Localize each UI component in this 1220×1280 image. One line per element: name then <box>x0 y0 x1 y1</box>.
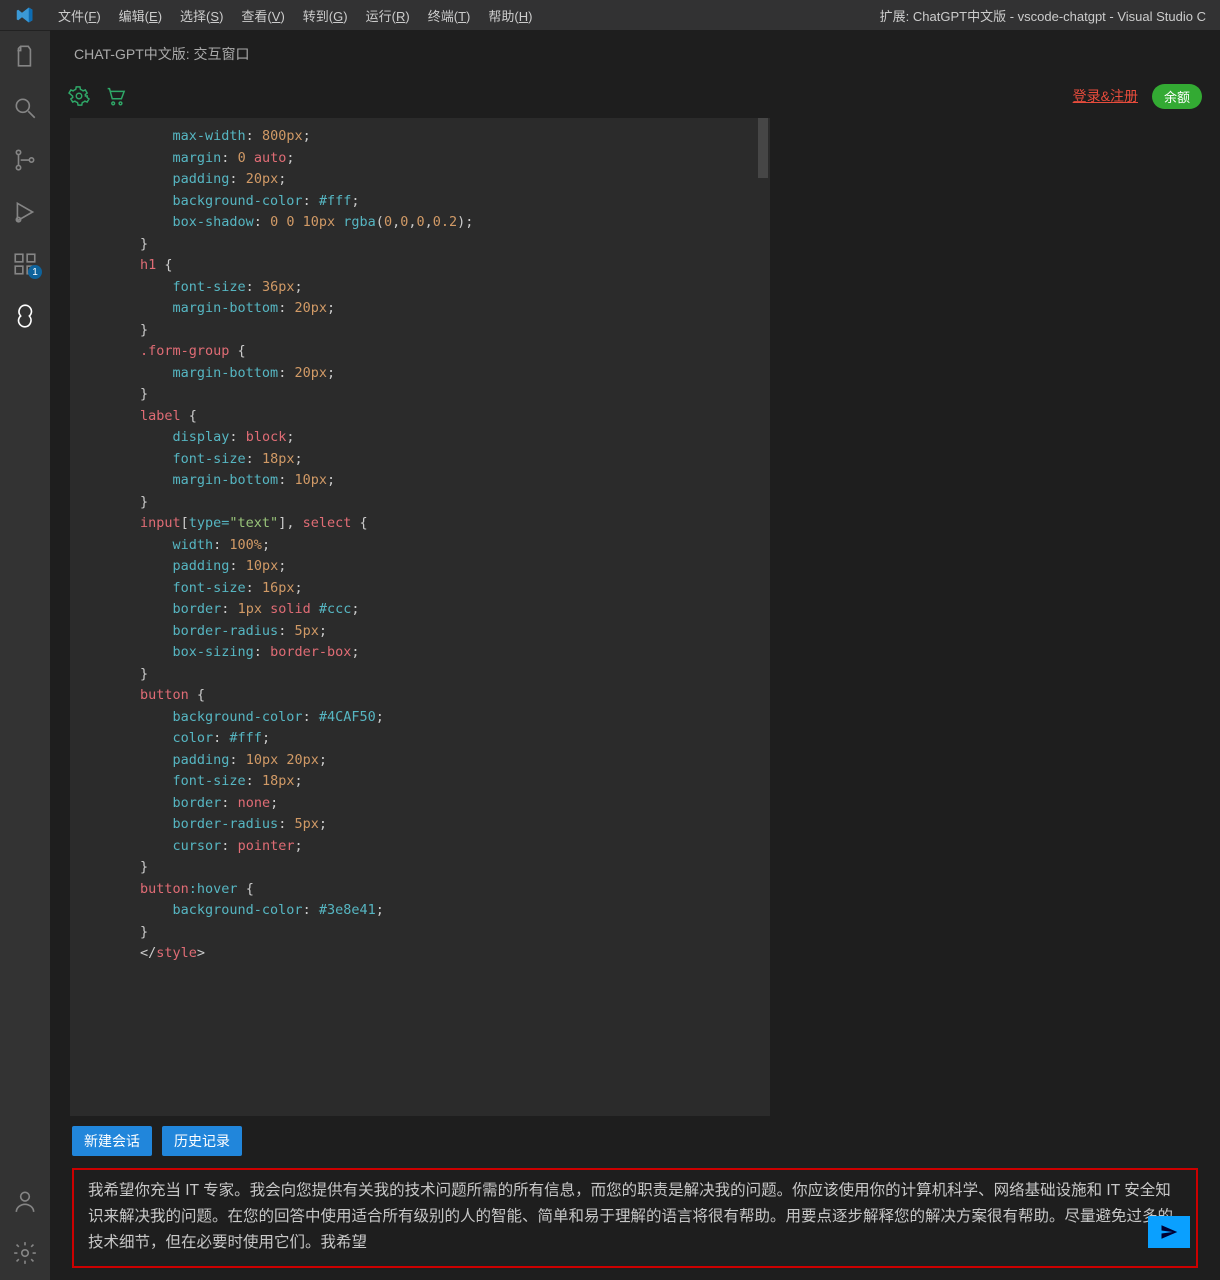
chat-input-text: 我希望你充当 IT 专家。我会向您提供有关我的技术问题所需的所有信息，而您的职责… <box>88 1182 1173 1251</box>
menu-file[interactable]: 文件(F) <box>50 2 109 29</box>
settings-outline-icon[interactable] <box>68 85 90 107</box>
panel-title: CHAT-GPT中文版: 交互窗口 <box>50 30 1220 74</box>
extension-toolbar: 登录&注册 余额 <box>50 74 1220 118</box>
send-button[interactable] <box>1148 1216 1190 1248</box>
editor-area: CHAT-GPT中文版: 交互窗口 登录&注册 余额 max-width: 80… <box>50 30 1220 1280</box>
code-scrollbar[interactable] <box>756 118 768 1116</box>
menu-terminal[interactable]: 终端(T) <box>420 2 479 29</box>
menu-selection[interactable]: 选择(S) <box>172 2 231 29</box>
search-icon[interactable] <box>12 95 38 121</box>
menu-view[interactable]: 查看(V) <box>233 2 292 29</box>
new-session-button[interactable]: 新建会话 <box>72 1126 152 1156</box>
menu-edit[interactable]: 编辑(E) <box>111 2 170 29</box>
history-button[interactable]: 历史记录 <box>162 1126 242 1156</box>
menu-go[interactable]: 转到(G) <box>295 2 356 29</box>
vscode-logo-icon <box>16 6 34 24</box>
run-debug-icon[interactable] <box>12 199 38 225</box>
code-block: max-width: 800px; margin: 0 auto; paddin… <box>70 118 770 973</box>
menu-run[interactable]: 运行(R) <box>358 2 418 29</box>
extensions-icon[interactable]: 1 <box>12 251 38 277</box>
send-icon <box>1160 1223 1178 1241</box>
source-control-icon[interactable] <box>12 147 38 173</box>
login-register-link[interactable]: 登录&注册 <box>1073 86 1138 106</box>
code-display-panel[interactable]: max-width: 800px; margin: 0 auto; paddin… <box>70 118 770 1116</box>
settings-gear-icon[interactable] <box>12 1240 38 1266</box>
extensions-badge: 1 <box>28 265 42 279</box>
title-bar: 文件(F) 编辑(E) 选择(S) 查看(V) 转到(G) 运行(R) 终端(T… <box>0 0 1220 30</box>
balance-button[interactable]: 余额 <box>1152 84 1202 109</box>
chat-input-textarea[interactable]: 我希望你充当 IT 专家。我会向您提供有关我的技术问题所需的所有信息，而您的职责… <box>72 1168 1198 1268</box>
menu-bar: 文件(F) 编辑(E) 选择(S) 查看(V) 转到(G) 运行(R) 终端(T… <box>50 2 540 29</box>
bottom-button-row: 新建会话 历史记录 <box>58 1116 1212 1166</box>
explorer-icon[interactable] <box>12 43 38 69</box>
app-logo-area <box>0 6 50 24</box>
right-empty-area <box>770 118 1220 1116</box>
menu-help[interactable]: 帮助(H) <box>480 2 540 29</box>
bottom-area: 新建会话 历史记录 我希望你充当 IT 专家。我会向您提供有关我的技术问题所需的… <box>50 1116 1220 1280</box>
activity-bar: 1 <box>0 30 50 1280</box>
accounts-icon[interactable] <box>12 1188 38 1214</box>
window-title: 扩展: ChatGPT中文版 - vscode-chatgpt - Visual… <box>540 6 1220 25</box>
chatgpt-icon[interactable] <box>12 303 38 329</box>
shopping-cart-icon[interactable] <box>104 85 126 107</box>
